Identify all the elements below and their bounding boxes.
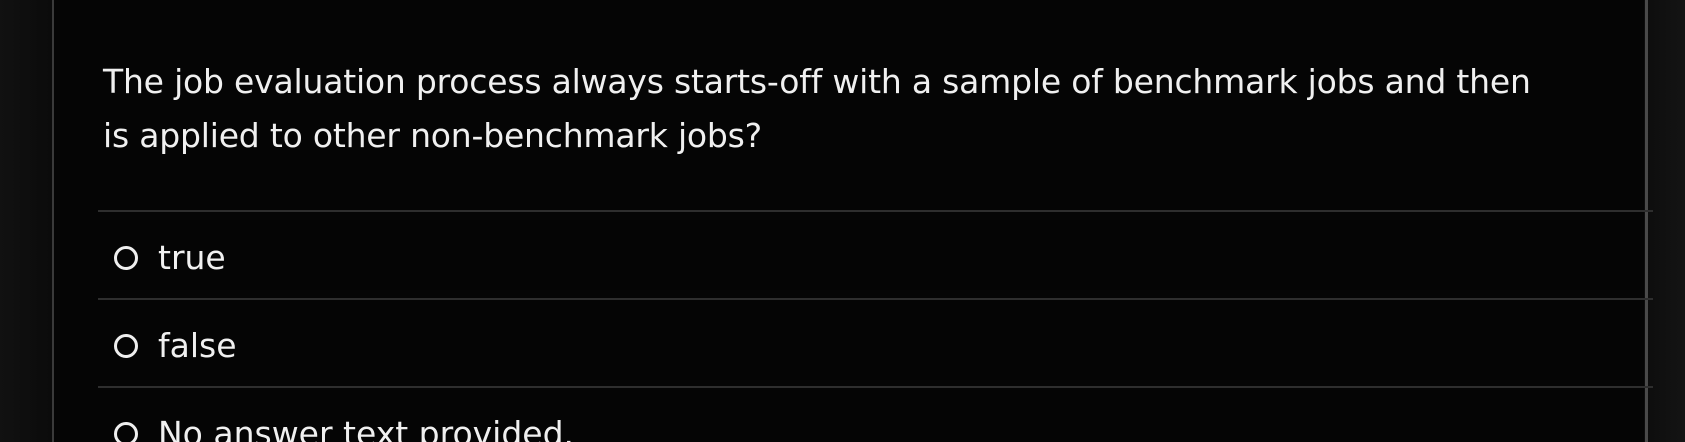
answer-option-false[interactable]: false	[114, 326, 237, 365]
answer-option-true[interactable]: true	[114, 238, 226, 277]
right-frame-edge	[1645, 0, 1648, 442]
answer-label: No answer text provided.	[158, 414, 575, 442]
radio-button-icon[interactable]	[114, 245, 138, 270]
answer-label: true	[158, 238, 226, 277]
radio-button-icon[interactable]	[114, 421, 138, 442]
question-text: The job evaluation process always starts…	[103, 62, 1531, 155]
divider	[98, 210, 1653, 212]
answer-label: false	[158, 326, 237, 365]
divider	[98, 386, 1653, 388]
answer-option-no-text[interactable]: No answer text provided.	[114, 414, 574, 442]
radio-button-icon[interactable]	[114, 333, 138, 358]
divider	[98, 298, 1653, 300]
question-card: The job evaluation process always starts…	[54, 0, 1653, 442]
